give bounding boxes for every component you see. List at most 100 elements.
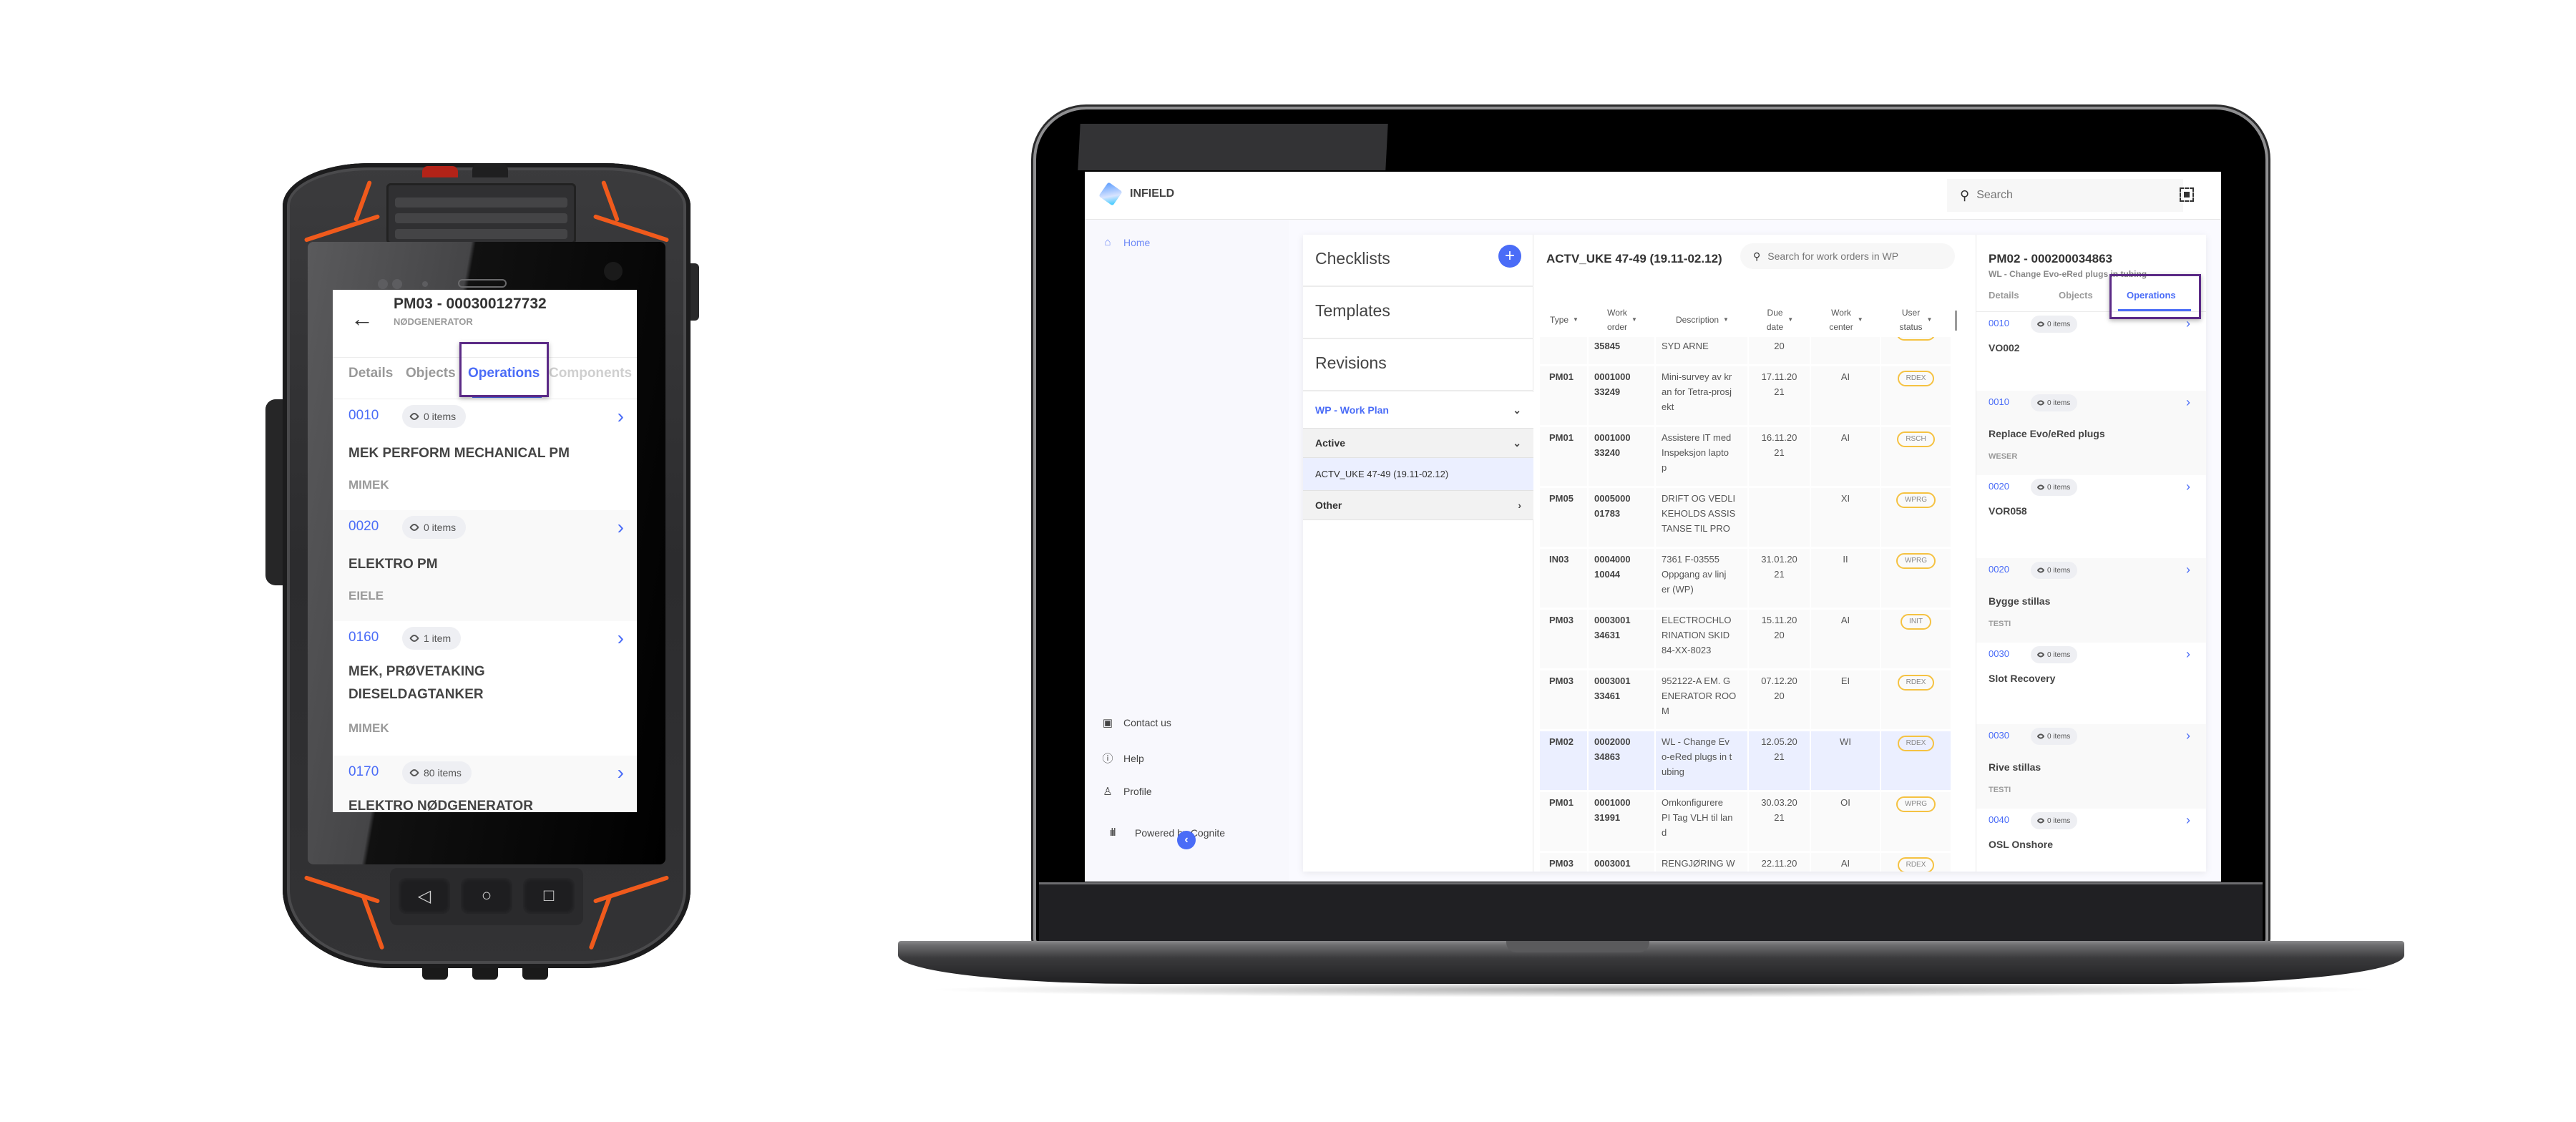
table-row[interactable]: PM02 0002000 34863 WL - Change Ev o-eRed plu…	[1540, 731, 1951, 792]
status-badge: RDEX	[1897, 675, 1935, 691]
work-plan-dropdown[interactable]: WP - Work Plan ⌄	[1303, 392, 1533, 429]
items-badge: 0 items	[2031, 728, 2078, 745]
tab-objects[interactable]: Objects	[2059, 290, 2093, 301]
items-badge: 0 items	[402, 405, 467, 428]
global-search-input[interactable]	[1976, 189, 2120, 202]
cell-work-order: 0002000 34863	[1589, 731, 1656, 790]
sidebar-item-help[interactable]: ⓘ Help	[1102, 751, 1143, 766]
operation-item[interactable]: 0010 0 items › Replace Evo/eRed plugs WESER	[1976, 391, 2206, 475]
work-order-search[interactable]: ⚲	[1740, 243, 1955, 269]
chevron-right-icon[interactable]: ›	[2186, 728, 2190, 743]
operation-item[interactable]: 0020 0 items › VOR058	[1976, 475, 2206, 558]
work-center: TESTI	[1989, 786, 2011, 794]
operation-item[interactable]: 0040 0 items › OSL Onshore	[1976, 809, 2206, 872]
tag-icon	[409, 633, 420, 644]
app-name[interactable]: INFIELD	[1130, 187, 1174, 200]
table-row[interactable]: PM01 0001000 31991 Omkonfigurere PI Tag VLH …	[1540, 792, 1951, 853]
back-arrow-icon[interactable]: ←	[351, 306, 374, 332]
status-badge: WPRG	[1896, 492, 1936, 508]
work-plan-title: ACTV_UKE 47-49 (19.11-02.12)	[1546, 252, 1722, 265]
table-row[interactable]: PM01 0001000 33240 Assistere IT med Inspeksj…	[1540, 427, 1951, 488]
tab-details[interactable]: Details	[348, 366, 393, 381]
sidebar-item-profile[interactable]: ♙ Profile	[1102, 785, 1151, 798]
operation-item[interactable]: 0030 0 items › Slot Recovery	[1976, 643, 2206, 724]
cell-due-date	[1749, 488, 1811, 547]
table-row[interactable]: PM03 0003001 RENGJØRING W 22.11.20 AI RDEX	[1540, 853, 1951, 872]
table-row[interactable]: IN03 0004000 10044 7361 F-03555 Oppgang av l…	[1540, 549, 1951, 610]
scan-fullscreen-icon[interactable]	[2180, 187, 2194, 202]
description-line: 952122-A EM. G	[1662, 675, 1731, 686]
chevron-right-icon[interactable]: ›	[618, 761, 624, 784]
chevron-right-icon[interactable]: ›	[2186, 479, 2190, 494]
column-header-work-center[interactable]: Work center ▼	[1811, 303, 1881, 337]
cell-work-center: WI	[1811, 731, 1881, 790]
collapse-sidebar-button[interactable]: ‹	[1177, 831, 1196, 849]
sidebar-item-home[interactable]: ⌂ Home	[1102, 236, 1150, 248]
group-other[interactable]: Other ›	[1303, 491, 1533, 520]
tab-objects[interactable]: Objects	[406, 366, 456, 381]
table-row[interactable]: PM01 0001000 33249 Mini-survey av kr an for …	[1540, 366, 1951, 427]
global-search[interactable]: ⚲	[1947, 179, 2183, 212]
back-key[interactable]: ◁	[399, 878, 450, 914]
laptop-shadow	[923, 982, 2383, 997]
operation-item[interactable]: 0020 0 items › Bygge stillas TESTI	[1976, 558, 2206, 643]
chevron-right-icon[interactable]: ›	[2186, 395, 2190, 410]
operation-item[interactable]: 0030 0 items › Rive stillas TESTI	[1976, 724, 2206, 809]
tab-components[interactable]: Components	[549, 366, 632, 381]
table-row[interactable]: PM03 0003001 34631 ELECTROCHLO RINATION SKID…	[1540, 610, 1951, 670]
nav-section-checklists[interactable]: Checklists +	[1303, 235, 1533, 287]
work-order-search-input[interactable]	[1767, 250, 1940, 262]
chevron-right-icon[interactable]: ›	[618, 516, 624, 539]
description-line: o-eRed plugs in t	[1662, 751, 1732, 762]
chevron-right-icon[interactable]: ›	[618, 627, 624, 650]
chevron-right-icon[interactable]: ›	[2186, 562, 2190, 577]
column-header-description[interactable]: Description ▼	[1656, 303, 1749, 337]
cell-type: PM03	[1540, 853, 1589, 872]
cell-type: PM01	[1540, 366, 1589, 425]
description-line: Mini-survey av kr	[1662, 371, 1732, 382]
header-label: Description	[1676, 315, 1719, 325]
work-plan-item-selected[interactable]: ACTV_UKE 47-49 (19.11-02.12)	[1303, 458, 1533, 491]
description-line: Oppgang av linj	[1662, 569, 1727, 580]
cell-work-center: XI	[1811, 488, 1881, 547]
tab-details[interactable]: Details	[1989, 290, 2019, 301]
table-scrollbar[interactable]	[1955, 311, 1957, 331]
items-badge: 80 items	[402, 761, 472, 784]
description-line: PI Tag VLH til lan	[1662, 812, 1733, 823]
sidebar-item-contact[interactable]: ▣ Contact us	[1102, 716, 1171, 729]
tag-icon	[2036, 732, 2045, 741]
table-row[interactable]: PM03 0003001 33461 952122-A EM. G ENERATOR R…	[1540, 670, 1951, 731]
table-row[interactable]: PM05 0005000 01783 DRIFT OG VEDLI KEHOLDS AS…	[1540, 488, 1951, 549]
description-line: Omkonfigurere	[1662, 797, 1723, 808]
help-circle-icon: ⓘ	[1102, 753, 1113, 765]
nav-section-revisions[interactable]: Revisions	[1303, 339, 1533, 391]
column-header-due-date[interactable]: Due date ▼	[1749, 303, 1811, 337]
operation-item[interactable]: 0020 0 items › ELEKTRO PM EIELE	[333, 510, 637, 621]
group-active[interactable]: Active ⌄	[1303, 429, 1533, 458]
cell-work-center: EI	[1811, 670, 1881, 729]
home-key[interactable]: ○	[461, 878, 512, 914]
column-header-work-order[interactable]: Work order ▼	[1589, 303, 1656, 337]
column-header-type[interactable]: Type ▼	[1540, 303, 1589, 337]
chevron-right-icon[interactable]: ›	[2186, 647, 2190, 662]
nav-section-templates[interactable]: Templates	[1303, 287, 1533, 339]
operation-number: 0030	[1989, 730, 2009, 741]
cell-type: IN03	[1540, 549, 1589, 608]
recents-key[interactable]: □	[523, 878, 575, 914]
operation-item[interactable]: 0010 0 items › MEK PERFORM MECHANICAL PM…	[333, 399, 637, 510]
column-header-user-status[interactable]: User status ▼	[1881, 303, 1951, 337]
operation-item[interactable]: 0010 0 items › VO002	[1976, 312, 2206, 391]
work-center: TESTI	[1989, 620, 2011, 628]
cell-type: PM01	[1540, 427, 1589, 486]
add-checklist-button[interactable]: +	[1498, 245, 1521, 268]
cell-type: PM02	[1540, 731, 1589, 790]
chat-icon: ▣	[1102, 717, 1113, 729]
search-icon: ⚲	[1960, 187, 1970, 203]
operation-item[interactable]: 0170 80 items › ELEKTRO NØDGENERATOR	[333, 756, 637, 812]
cell-work-order: 0001000 33249	[1589, 366, 1656, 425]
detail-operations-list: 0010 0 items › VO002 0010 0 items › Replace Evo…	[1976, 312, 2206, 872]
chevron-right-icon[interactable]: ›	[2186, 813, 2190, 828]
operation-item[interactable]: 0160 1 item › MEK, PRØVETAKING DIESELDAG…	[333, 621, 637, 756]
description-line: er (WP)	[1662, 584, 1694, 595]
chevron-right-icon[interactable]: ›	[618, 405, 624, 428]
